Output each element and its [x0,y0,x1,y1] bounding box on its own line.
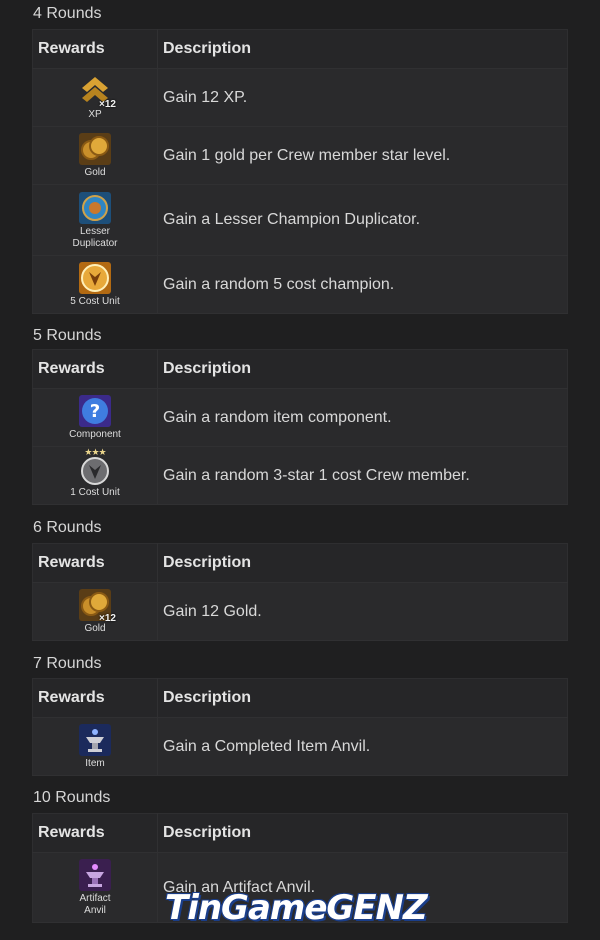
reward-cell: ×12 Gold [32,582,158,641]
reward-label: 5 Cost Unit [70,296,120,307]
reward-cell: Item [32,717,158,776]
table-header-row: Rewards Description [32,29,568,69]
section-7-rounds: 7 Rounds Rewards Description Item Gain a… [32,653,568,776]
rewards-table: Rewards Description ×12 XP Gain 12 XP. G… [32,29,568,314]
description-cell: Gain 12 Gold. [157,582,568,641]
description-cell: Gain a Lesser Champion Duplicator. [157,184,568,256]
three-star-icon: ★★★ [84,447,106,457]
table-row: Item Gain a Completed Item Anvil. [32,717,568,776]
reward-label: Gold [84,167,106,178]
artifact-anvil-icon [78,858,112,892]
one-cost-unit-icon: ★★★ [78,447,112,486]
multiplier-badge: ×12 [99,613,116,624]
section-title: 5 Rounds [33,327,102,344]
description-cell: Gain 12 XP. [157,68,568,127]
table-header-row: Rewards Description [32,678,568,718]
reward-label: Component [69,429,121,440]
section-title: 4 Rounds [33,5,102,22]
reward-cell: ? Component [32,388,158,447]
description-header: Description [157,678,568,718]
rewards-header: Rewards [32,29,158,69]
rewards-table: Rewards Description ×12 Gold Gain 12 Gol… [32,543,568,641]
reward-label: Artifact Anvil [79,893,111,916]
rewards-table: Rewards Description ? Component Gain a r… [32,349,568,505]
rewards-header: Rewards [32,813,158,853]
table-row: Lesser Duplicator Gain a Lesser Champion… [32,184,568,256]
table-header-row: Rewards Description [32,813,568,853]
rewards-header: Rewards [32,349,158,389]
reward-label: Gold [84,623,106,634]
gold-coins-icon: ×12 [78,588,116,624]
section-title: 10 Rounds [33,789,111,806]
table-row: ? Component Gain a random item component… [32,388,568,447]
reward-cell: Lesser Duplicator [32,184,158,256]
section-title: 7 Rounds [33,655,102,672]
reward-cell: ★★★ 1 Cost Unit [32,446,158,505]
table-row: ×12 XP Gain 12 XP. [32,68,568,127]
table-row: ★★★ 1 Cost Unit Gain a random 3-star 1 c… [32,446,568,505]
table-row: Gold Gain 1 gold per Crew member star le… [32,126,568,185]
table-header-row: Rewards Description [32,543,568,583]
svg-text:?: ? [90,401,100,422]
table-row: ×12 Gold Gain 12 Gold. [32,582,568,641]
rewards-header: Rewards [32,678,158,718]
description-header: Description [157,813,568,853]
description-cell: Gain a Completed Item Anvil. [157,717,568,776]
description-cell: Gain a random 3-star 1 cost Crew member. [157,446,568,505]
description-header: Description [157,29,568,69]
reward-label: 1 Cost Unit [70,487,120,498]
item-anvil-icon [78,723,112,757]
reward-cell: 5 Cost Unit [32,255,158,314]
component-question-icon: ? [78,394,112,428]
reward-cell: Gold [32,126,158,185]
section-title: 6 Rounds [33,519,102,536]
section-5-rounds: 5 Rounds Rewards Description ? Component… [32,325,568,505]
description-header: Description [157,349,568,389]
xp-chevron-icon: ×12 [78,74,116,110]
reward-label: Lesser Duplicator [72,225,118,249]
reward-label: Item [85,758,105,769]
description-header: Description [157,543,568,583]
table-row: 5 Cost Unit Gain a random 5 cost champio… [32,255,568,314]
five-cost-unit-icon [78,261,112,295]
rewards-header: Rewards [32,543,158,583]
reward-label: XP [88,109,102,120]
multiplier-badge: ×12 [99,99,116,110]
lesser-duplicator-icon [78,191,112,225]
description-cell: Gain 1 gold per Crew member star level. [157,126,568,185]
watermark-logo: TinGameGENZ [165,888,428,928]
reward-cell: ×12 XP [32,68,158,127]
section-4-rounds: 4 Rounds Rewards Description ×12 XP Gain… [32,3,568,314]
description-cell: Gain a random 5 cost champion. [157,255,568,314]
rewards-table: Rewards Description Item Gain a Complete… [32,678,568,776]
section-6-rounds: 6 Rounds Rewards Description ×12 Gold Ga… [32,517,568,641]
gold-coins-icon [78,132,112,166]
table-header-row: Rewards Description [32,349,568,389]
reward-cell: Artifact Anvil [32,852,158,923]
description-cell: Gain a random item component. [157,388,568,447]
